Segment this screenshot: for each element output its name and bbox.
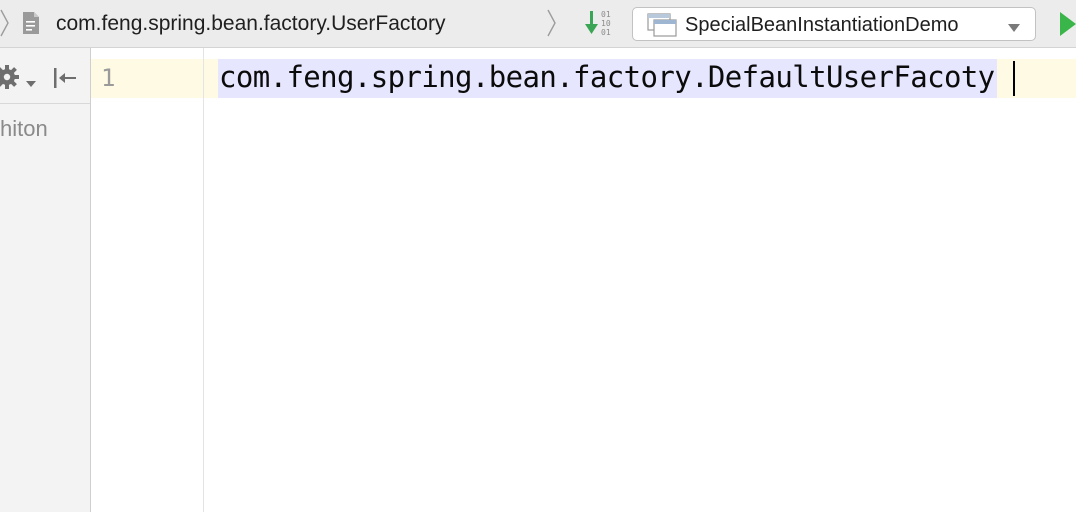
panel-tree-item[interactable]: hiton [0, 115, 48, 143]
svg-text:01: 01 [601, 28, 611, 37]
navigation-bar: com.feng.spring.bean.factory.UserFactory… [0, 0, 1076, 48]
breadcrumb-separator-icon [547, 8, 557, 38]
chevron-down-icon [1007, 20, 1021, 32]
collapse-all-icon[interactable] [52, 66, 78, 90]
build-project-icon[interactable]: 01 10 01 [584, 8, 618, 40]
code-line[interactable]: com.feng.spring.bean.factory.DefaultUser… [218, 59, 997, 98]
code-editor[interactable]: com.feng.spring.bean.factory.DefaultUser… [204, 48, 1076, 512]
svg-text:01: 01 [601, 10, 611, 19]
run-icon[interactable] [1058, 10, 1076, 38]
java-file-icon [22, 11, 40, 35]
application-config-icon [647, 13, 677, 37]
run-configuration-label: SpecialBeanInstantiationDemo [685, 14, 959, 36]
editor-gutter: 1 [91, 48, 204, 512]
text-caret [1013, 61, 1015, 96]
run-configuration-selector[interactable]: SpecialBeanInstantiationDemo [632, 7, 1036, 41]
line-number: 1 [101, 64, 116, 92]
project-tool-panel: hiton [0, 48, 91, 512]
panel-toolbar [0, 48, 90, 104]
gear-icon[interactable] [0, 64, 20, 90]
ide-window: com.feng.spring.bean.factory.UserFactory… [0, 0, 1076, 512]
breadcrumb-separator-icon [0, 8, 10, 38]
chevron-down-icon[interactable] [26, 75, 36, 87]
breadcrumb-file-path[interactable]: com.feng.spring.bean.factory.UserFactory [56, 10, 445, 38]
svg-text:10: 10 [601, 19, 611, 28]
